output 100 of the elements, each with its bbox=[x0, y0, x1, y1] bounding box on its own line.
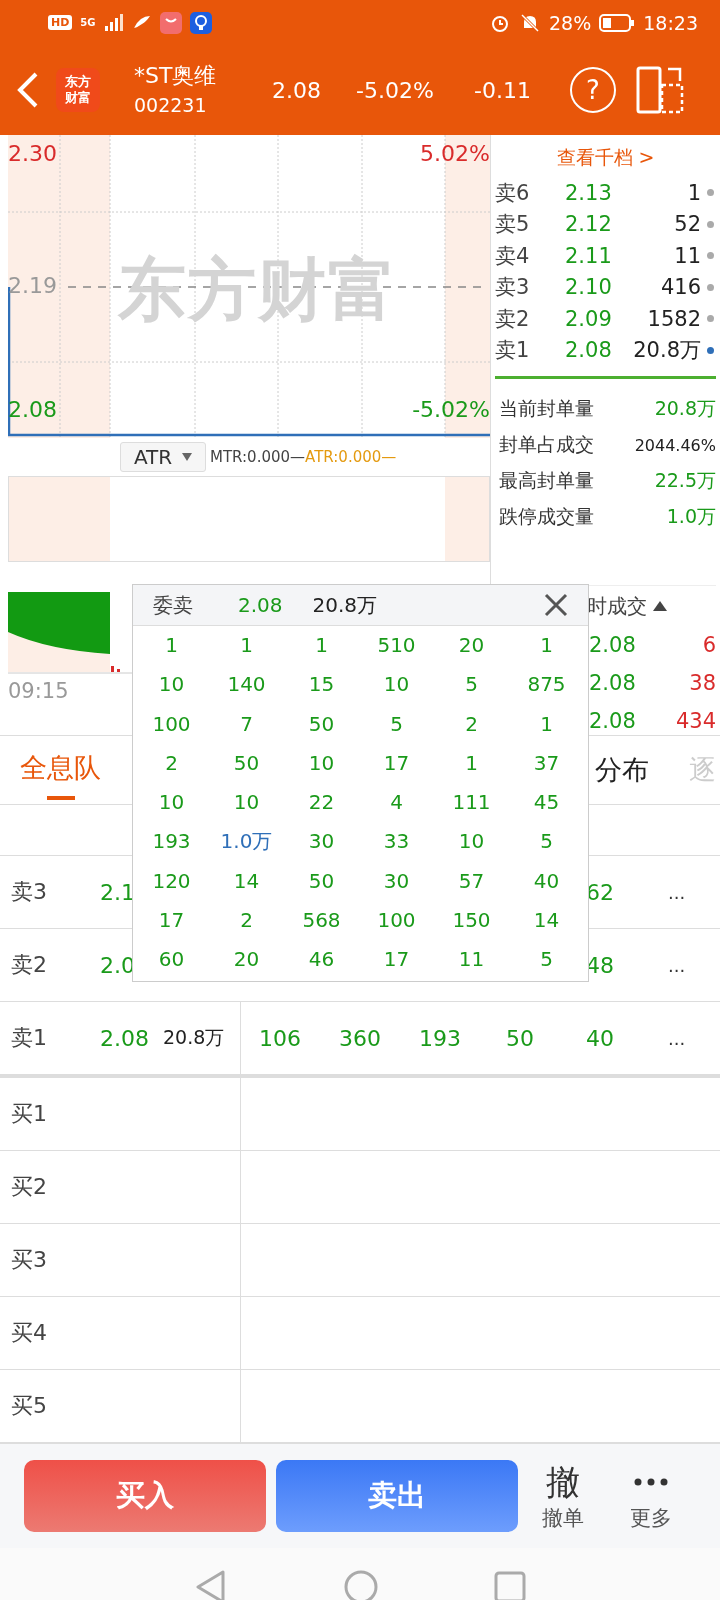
time-label: 09:15 bbox=[8, 679, 69, 703]
ask-price: 2.09 bbox=[565, 306, 613, 331]
queue-level: 买1 bbox=[11, 1100, 47, 1128]
order-size: 40 bbox=[585, 1025, 615, 1051]
percent-label: 5.02% bbox=[420, 141, 490, 166]
ask-price: 2.12 bbox=[565, 212, 613, 237]
order-size: 106 bbox=[258, 1025, 302, 1051]
order-size: 140 bbox=[226, 671, 267, 699]
stat-value: 2044.46% bbox=[634, 435, 716, 455]
order-size: 1 bbox=[164, 632, 179, 659]
battery-percent: 28% bbox=[549, 11, 592, 34]
ask-price: 2.08 bbox=[565, 338, 613, 363]
order-size: 100 bbox=[376, 907, 417, 935]
order-size: 57 bbox=[457, 867, 486, 895]
order-size: 2 bbox=[164, 749, 179, 777]
order-size: 1 bbox=[239, 632, 254, 659]
app-icon bbox=[159, 11, 182, 34]
trade-price: 2.08 bbox=[589, 633, 637, 657]
order-size: 60 bbox=[157, 946, 186, 974]
order-size: 50 bbox=[307, 710, 336, 738]
order-size: 120 bbox=[151, 867, 192, 895]
order-size: 50 bbox=[232, 749, 261, 777]
queue-level: 卖3 bbox=[11, 878, 47, 906]
help-button[interactable]: ? bbox=[570, 67, 616, 113]
order-size: 1.0万 bbox=[219, 828, 274, 856]
stock-name: *ST奥维 bbox=[134, 62, 218, 90]
order-size: 5 bbox=[464, 671, 479, 699]
order-size: 193 bbox=[151, 828, 192, 856]
queue-price: 2.08 bbox=[100, 1025, 149, 1051]
order-size: 568 bbox=[301, 907, 342, 935]
hd-indicator: HD bbox=[48, 15, 73, 30]
queue-level: 买2 bbox=[11, 1173, 47, 1201]
ask-level: 卖3 bbox=[495, 274, 531, 302]
ask-level: 卖4 bbox=[495, 242, 531, 270]
back-nav-icon[interactable] bbox=[194, 1569, 228, 1600]
queue-level: 买3 bbox=[11, 1246, 47, 1274]
trade-volume: 6 bbox=[701, 633, 716, 657]
indicator-dropdown[interactable]: ATR bbox=[120, 442, 206, 472]
home-nav-icon[interactable] bbox=[344, 1570, 378, 1600]
tab[interactable]: 分布 bbox=[595, 736, 649, 804]
ask-volume: 20.8万 bbox=[632, 337, 701, 365]
order-size: 33 bbox=[382, 828, 411, 856]
percent-label: -5.02% bbox=[412, 397, 490, 422]
back-icon[interactable] bbox=[16, 70, 40, 110]
order-size: 10 bbox=[457, 828, 486, 856]
more-label[interactable]: 更多 bbox=[630, 1504, 672, 1532]
price-label: 2.30 bbox=[8, 141, 57, 166]
change-amount: -0.11 bbox=[474, 77, 532, 103]
order-size: 2 bbox=[239, 907, 254, 935]
bulb-icon bbox=[189, 11, 212, 34]
order-size: 111 bbox=[451, 789, 492, 817]
app-logo: 东方 财富 bbox=[56, 68, 100, 112]
stat-label: 当前封单量 bbox=[499, 396, 594, 421]
order-size: 17 bbox=[382, 749, 411, 777]
ask-volume: 52 bbox=[673, 212, 701, 237]
ask-price: 2.13 bbox=[565, 180, 613, 205]
order-size: 1 bbox=[539, 632, 554, 659]
more-orders[interactable]: ... bbox=[668, 881, 686, 903]
ask-volume: 11 bbox=[673, 243, 701, 268]
stock-price: 2.08 bbox=[272, 77, 322, 103]
order-size: 40 bbox=[532, 867, 561, 895]
order-size: 100 bbox=[151, 710, 192, 738]
queue-level: 卖1 bbox=[11, 1024, 47, 1052]
recents-nav-icon[interactable] bbox=[494, 1571, 526, 1600]
order-size: 20 bbox=[457, 632, 486, 659]
order-size: 37 bbox=[532, 749, 561, 777]
cancel-order-label[interactable]: 撤单 bbox=[542, 1504, 584, 1532]
queue-price: 2.1 bbox=[100, 879, 135, 905]
price-label: 2.19 bbox=[8, 273, 57, 298]
caret-icon bbox=[182, 453, 193, 461]
change-percent: -5.02% bbox=[356, 77, 435, 103]
sort-up-icon[interactable] bbox=[653, 601, 667, 611]
order-size: 17 bbox=[157, 907, 186, 935]
layout-switch-icon[interactable] bbox=[636, 65, 684, 115]
network-type: 5G bbox=[80, 17, 96, 28]
order-size: 1 bbox=[464, 749, 479, 777]
close-icon[interactable] bbox=[544, 593, 568, 617]
more-orders[interactable]: ... bbox=[668, 954, 686, 976]
ask-price: 2.11 bbox=[565, 243, 613, 268]
order-size: 5 bbox=[389, 710, 404, 738]
order-size: 20 bbox=[232, 946, 261, 974]
more-orders[interactable]: ... bbox=[668, 1027, 686, 1049]
stat-value: 20.8万 bbox=[654, 396, 716, 421]
ask-volume: 416 bbox=[659, 275, 701, 300]
view-depth-link[interactable]: 查看千档 > bbox=[495, 145, 716, 171]
order-size: 10 bbox=[157, 789, 186, 817]
order-size: 5 bbox=[539, 828, 554, 856]
order-size: 15 bbox=[307, 671, 336, 699]
clock: 18:23 bbox=[643, 11, 698, 34]
order-size: 10 bbox=[307, 749, 336, 777]
order-size: 46 bbox=[307, 946, 336, 974]
order-size: 14 bbox=[532, 907, 561, 935]
stock-code: 002231 bbox=[134, 93, 208, 118]
stat-value: 22.5万 bbox=[654, 468, 716, 493]
queue-level: 买5 bbox=[11, 1392, 47, 1420]
cancel-glyph[interactable]: 撤 bbox=[546, 1460, 580, 1504]
ask-volume: 1582 bbox=[646, 306, 701, 331]
popup-volume: 20.8万 bbox=[312, 591, 378, 619]
order-size: 1 bbox=[539, 710, 554, 738]
order-size: 17 bbox=[382, 946, 411, 974]
